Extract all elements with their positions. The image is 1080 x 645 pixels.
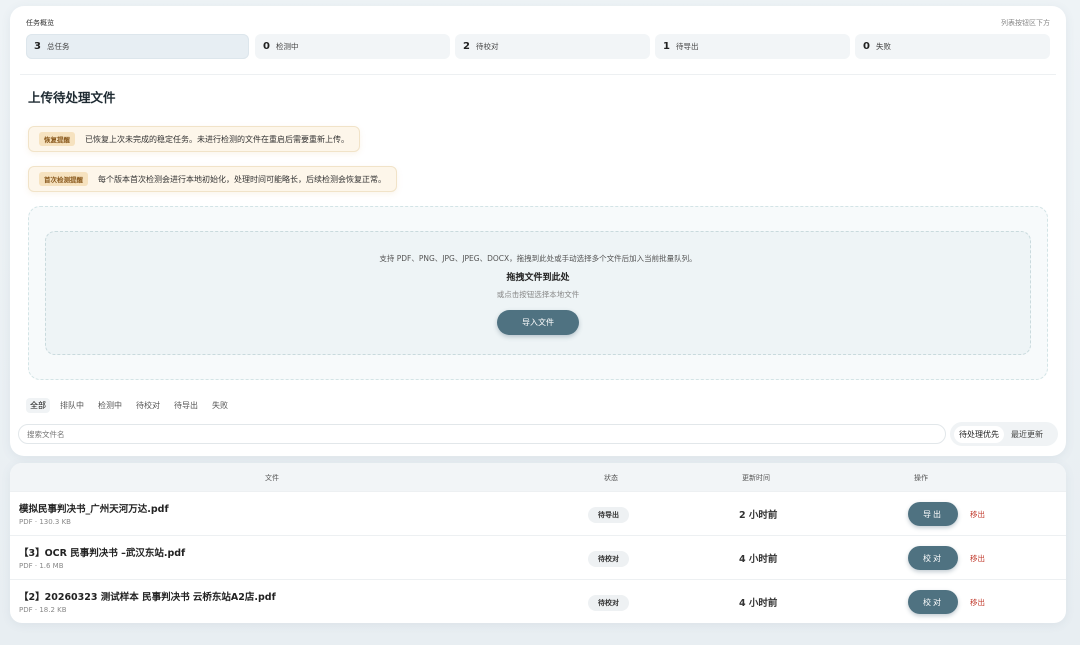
stat-total[interactable]: 3 总任务 bbox=[26, 34, 249, 59]
drop-zone[interactable]: 支持 PDF、PNG、JPG、JPEG、DOCX，拖拽到此处或手动选择多个文件后… bbox=[45, 231, 1031, 355]
file-table: 文件 状态 更新时间 操作 模拟民事判决书_广州天河万达.pdf PDF · 1… bbox=[10, 463, 1066, 623]
updated-time: 2 小时前 bbox=[739, 510, 778, 521]
table-header: 文件 状态 更新时间 操作 bbox=[10, 463, 1066, 491]
stat-num: 0 bbox=[863, 41, 870, 52]
stat-label: 失败 bbox=[875, 42, 891, 51]
sort-priority-button[interactable]: 待处理优先 bbox=[954, 425, 1004, 443]
updated-time: 4 小时前 bbox=[739, 598, 778, 609]
review-button[interactable]: 校对 bbox=[908, 546, 958, 570]
stat-label: 总任务 bbox=[46, 42, 70, 51]
status-badge: 待导出 bbox=[588, 507, 629, 523]
filter-queued[interactable]: 排队中 bbox=[56, 398, 88, 413]
file-meta: PDF · 1.6 MB bbox=[19, 562, 64, 570]
header-time: 更新时间 bbox=[742, 474, 770, 482]
sort-toggle: 待处理优先 最近更新 bbox=[950, 422, 1058, 446]
stat-failed[interactable]: 0 失败 bbox=[855, 34, 1050, 59]
file-name: 模拟民事判决书_广州天河万达.pdf bbox=[19, 504, 169, 515]
drop-description: 支持 PDF、PNG、JPG、JPEG、DOCX，拖拽到此处或手动选择多个文件后… bbox=[379, 254, 697, 263]
stat-num: 1 bbox=[663, 41, 670, 52]
search-input[interactable] bbox=[18, 424, 946, 444]
stat-label: 检测中 bbox=[275, 42, 299, 51]
first-detect-notice: 首次检测提醒 每个版本首次检测会进行本地初始化，处理时间可能略长，后续检测会恢复… bbox=[28, 166, 397, 192]
filter-all[interactable]: 全部 bbox=[26, 398, 50, 413]
header-action: 操作 bbox=[914, 474, 928, 482]
remove-link[interactable]: 移出 bbox=[970, 597, 985, 608]
notice-tag: 恢复提醒 bbox=[39, 132, 75, 146]
overview-hint: 列表按钮区下方 bbox=[1001, 19, 1050, 27]
remove-link[interactable]: 移出 bbox=[970, 509, 985, 520]
filter-to-export[interactable]: 待导出 bbox=[170, 398, 202, 413]
updated-time: 4 小时前 bbox=[739, 554, 778, 565]
status-badge: 待校对 bbox=[588, 595, 629, 611]
table-row: 【2】20260323 测试样本 民事判决书 云桥东站A2店.pdf PDF ·… bbox=[10, 579, 1066, 623]
restore-notice: 恢复提醒 已恢复上次未完成的稳定任务。未进行检测的文件在重启后需要重新上传。 bbox=[28, 126, 360, 152]
remove-link[interactable]: 移出 bbox=[970, 553, 985, 564]
stat-num: 0 bbox=[263, 41, 270, 52]
header-file: 文件 bbox=[265, 474, 279, 482]
notice-message: 已恢复上次未完成的稳定任务。未进行检测的文件在重启后需要重新上传。 bbox=[85, 134, 349, 144]
drop-heading: 拖拽文件到此处 bbox=[506, 273, 570, 283]
header-status: 状态 bbox=[604, 474, 618, 482]
stat-num: 3 bbox=[34, 41, 41, 52]
notice-tag: 首次检测提醒 bbox=[39, 172, 88, 186]
status-filter-tabs: 全部 排队中 检测中 待校对 待导出 失败 bbox=[26, 398, 232, 413]
stat-num: 2 bbox=[463, 41, 470, 52]
stat-to-export[interactable]: 1 待导出 bbox=[655, 34, 850, 59]
stat-to-review[interactable]: 2 待校对 bbox=[455, 34, 650, 59]
divider bbox=[20, 74, 1056, 75]
file-name: 【3】OCR 民事判决书 –武汉东站.pdf bbox=[19, 548, 186, 559]
sort-recent-button[interactable]: 最近更新 bbox=[1006, 426, 1048, 443]
drop-subtext: 或点击按钮选择本地文件 bbox=[496, 290, 580, 299]
overview-title: 任务概览 bbox=[26, 19, 54, 27]
filter-detecting[interactable]: 检测中 bbox=[94, 398, 126, 413]
stat-label: 待导出 bbox=[675, 42, 699, 51]
filter-to-review[interactable]: 待校对 bbox=[132, 398, 164, 413]
export-button[interactable]: 导出 bbox=[908, 502, 958, 526]
file-meta: PDF · 130.3 KB bbox=[19, 518, 71, 526]
table-row: 【3】OCR 民事判决书 –武汉东站.pdf PDF · 1.6 MB 待校对 … bbox=[10, 535, 1066, 579]
file-meta: PDF · 18.2 KB bbox=[19, 606, 67, 614]
table-row: 模拟民事判决书_广州天河万达.pdf PDF · 130.3 KB 待导出 2 … bbox=[10, 491, 1066, 535]
filter-failed[interactable]: 失败 bbox=[208, 398, 232, 413]
file-name: 【2】20260323 测试样本 民事判决书 云桥东站A2店.pdf bbox=[19, 592, 276, 603]
status-badge: 待校对 bbox=[588, 551, 629, 567]
import-file-button[interactable]: 导入文件 bbox=[497, 310, 579, 335]
upload-title: 上传待处理文件 bbox=[28, 90, 116, 105]
stat-label: 待校对 bbox=[475, 42, 499, 51]
notice-message: 每个版本首次检测会进行本地初始化，处理时间可能略长，后续检测会恢复正常。 bbox=[98, 174, 386, 184]
drop-zone-outer: 支持 PDF、PNG、JPG、JPEG、DOCX，拖拽到此处或手动选择多个文件后… bbox=[28, 206, 1048, 380]
stat-detecting[interactable]: 0 检测中 bbox=[255, 34, 450, 59]
upload-panel: 任务概览 列表按钮区下方 3 总任务 0 检测中 2 待校对 1 待导出 0 失… bbox=[10, 6, 1066, 456]
review-button[interactable]: 校对 bbox=[908, 590, 958, 614]
